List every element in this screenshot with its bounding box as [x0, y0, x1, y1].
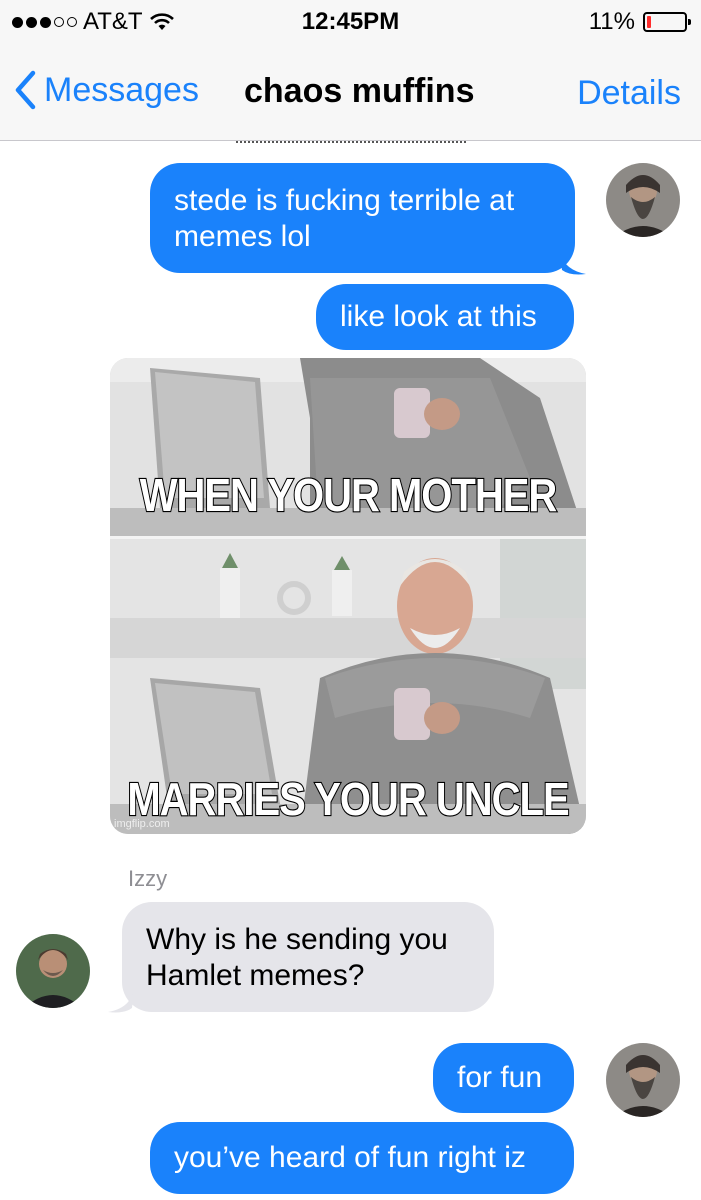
- battery-area: 11%: [588, 8, 691, 36]
- message-bubble-outgoing[interactable]: like look at this: [316, 284, 574, 350]
- avatar[interactable]: [606, 163, 680, 237]
- avatar[interactable]: [16, 934, 90, 1008]
- details-button[interactable]: Details: [577, 74, 681, 113]
- battery-icon: [643, 12, 691, 32]
- bubble-tail: [560, 252, 586, 275]
- battery-percent: 11%: [588, 8, 635, 35]
- message-bubble-outgoing[interactable]: for fun: [433, 1043, 574, 1113]
- back-label: Messages: [44, 70, 199, 109]
- meme-image[interactable]: WHEN YOUR MOTHER MARRIES YOUR UNCLE imgf…: [110, 358, 586, 834]
- status-bar: AT&T 12:45PM 11%: [0, 0, 701, 46]
- message-text: for fun: [457, 1061, 543, 1094]
- conversation-title: chaos muffins: [244, 72, 475, 110]
- scrolled-content-remnant: [236, 141, 466, 146]
- chevron-left-icon: [15, 70, 36, 110]
- message-bubble-incoming[interactable]: Why is he sending you Hamlet memes?: [122, 902, 494, 1012]
- meme-picture: [110, 358, 586, 834]
- back-button[interactable]: Messages: [14, 70, 199, 110]
- meme-bottom-caption: MARRIES YOUR UNCLE: [126, 773, 570, 826]
- message-bubble-outgoing[interactable]: you’ve heard of fun right iz: [150, 1122, 574, 1194]
- profile-photo-icon: [606, 163, 680, 237]
- profile-photo-icon: [606, 1043, 680, 1117]
- message-text: Why is he sending you Hamlet memes?: [146, 923, 448, 992]
- message-bubble-outgoing[interactable]: stede is fucking terrible at memes lol: [150, 163, 575, 273]
- bubble-tail: [108, 990, 134, 1013]
- profile-photo-icon: [16, 934, 90, 1008]
- meme-watermark: imgflip.com: [114, 818, 170, 830]
- avatar[interactable]: [606, 1043, 680, 1117]
- message-text: you’ve heard of fun right iz: [174, 1141, 526, 1174]
- message-text: stede is fucking terrible at memes lol: [174, 184, 515, 253]
- nav-bar: Messages chaos muffins Details: [0, 46, 701, 141]
- message-text: like look at this: [340, 300, 537, 333]
- sender-name: Izzy: [128, 866, 168, 891]
- meme-top-caption: WHEN YOUR MOTHER: [139, 469, 559, 522]
